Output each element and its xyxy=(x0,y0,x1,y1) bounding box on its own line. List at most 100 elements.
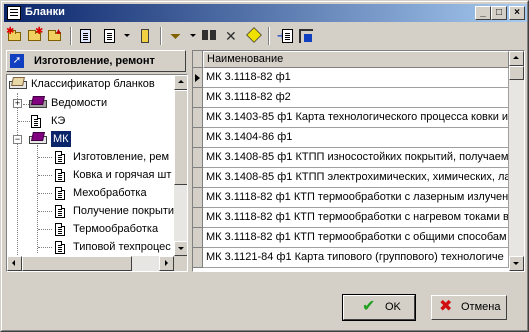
tree-item-label: Изготовление, рем xyxy=(73,151,170,163)
table-cell[interactable]: МК 3.1403-85 ф1 Карта технологического п… xyxy=(203,108,509,128)
tree-settings-icon[interactable] xyxy=(296,27,316,45)
folder-up-icon[interactable]: ▴ xyxy=(46,27,66,45)
tree-item-mk[interactable]: − МК xyxy=(7,130,172,148)
copy-icon[interactable]: ➔ xyxy=(274,27,294,45)
tree-item-vedomosti[interactable]: + Ведомости xyxy=(7,94,172,112)
export-icon[interactable] xyxy=(136,27,156,45)
row-indicator[interactable] xyxy=(193,168,203,188)
table-row[interactable]: МК 3.1403-85 ф1 Карта технологического п… xyxy=(193,108,509,128)
cancel-button[interactable]: ✖ Отмена xyxy=(431,295,507,320)
tree-item-child[interactable]: Термообработка xyxy=(7,220,172,238)
category-header-button[interactable]: ➚ Изготовление, ремонт xyxy=(6,50,186,72)
table-cell[interactable]: МК 3.1121-84 ф1 Карта типового (группово… xyxy=(203,248,509,268)
table-cell[interactable]: МК 3.1118-82 ф1 КТП термообработки с общ… xyxy=(203,228,509,248)
minimize-button[interactable]: _ xyxy=(475,6,491,20)
row-indicator[interactable] xyxy=(193,148,203,168)
cancel-button-label: Отмена xyxy=(461,301,501,313)
table-cell[interactable]: МК 3.1118-82 ф2 xyxy=(203,88,509,108)
row-indicator[interactable] xyxy=(193,208,203,228)
tree-item-child[interactable]: Изготовление, рем xyxy=(7,148,172,166)
tree-vertical-scrollbar[interactable] xyxy=(174,75,187,256)
panel-splitter[interactable] xyxy=(189,50,191,272)
chevron-down-icon[interactable] xyxy=(190,34,196,37)
scroll-up-button[interactable] xyxy=(509,51,524,66)
scroll-thumb[interactable] xyxy=(174,90,187,185)
toolbar-separator xyxy=(70,27,72,45)
chevron-down-icon[interactable] xyxy=(124,34,130,37)
table-row[interactable]: МК 3.1408-85 ф1 КТПП износостойких покры… xyxy=(193,148,509,168)
document-icon[interactable] xyxy=(100,27,120,45)
collapse-icon[interactable]: − xyxy=(13,135,22,144)
scroll-down-button[interactable] xyxy=(174,241,187,256)
row-indicator[interactable] xyxy=(193,68,203,88)
scroll-right-button[interactable] xyxy=(159,256,174,271)
row-indicator[interactable] xyxy=(193,88,203,108)
tree-item-child[interactable]: Типовой техпроцес xyxy=(7,238,172,256)
toolbar-separator xyxy=(268,27,270,45)
scroll-thumb[interactable] xyxy=(509,66,524,80)
document-list-icon[interactable] xyxy=(76,27,96,45)
tree-item-ke[interactable]: КЭ xyxy=(7,112,172,130)
row-indicator[interactable] xyxy=(193,188,203,208)
table-row[interactable]: МК 3.1118-82 ф1 КТП термообработки с лаз… xyxy=(193,188,509,208)
blanks-grid[interactable]: Наименование МК 3.1118-82 ф1 МК 3.1118-8… xyxy=(192,50,525,272)
document-icon xyxy=(55,187,65,200)
table-row[interactable]: МК 3.1408-85 ф1 КТПП электрохимических, … xyxy=(193,168,509,188)
row-indicator[interactable] xyxy=(193,128,203,148)
scrollbar-corner xyxy=(174,256,187,271)
classifier-tree[interactable]: Классификатор бланков + Ведомости КЭ − М… xyxy=(6,74,188,272)
tree-item-label: МК xyxy=(50,130,72,148)
title-bar[interactable]: Бланки _ □ × xyxy=(4,4,527,22)
scroll-up-button[interactable] xyxy=(174,75,187,90)
row-indicator-header xyxy=(193,51,203,68)
table-row[interactable]: МК 3.1121-84 ф1 Карта типового (группово… xyxy=(193,248,509,268)
new-folder-icon[interactable]: ✱ xyxy=(6,27,26,45)
filter-icon[interactable]: ⏷ xyxy=(168,27,188,45)
scroll-left-button[interactable] xyxy=(7,256,22,271)
column-header-name[interactable]: Наименование xyxy=(203,51,509,68)
document-icon xyxy=(55,151,65,164)
close-button[interactable]: × xyxy=(509,6,525,20)
tools-icon[interactable]: ✕ xyxy=(222,27,242,45)
expand-icon[interactable]: + xyxy=(13,99,22,108)
table-cell[interactable]: МК 3.1408-85 ф1 КТПП электрохимических, … xyxy=(203,168,509,188)
dialog-window: Бланки _ □ × ✱ ✱ ▴ ⏷ ✕ ➚ Изготовление, р… xyxy=(0,0,529,332)
tree-item-label: Термообработка xyxy=(73,223,159,235)
table-row[interactable]: МК 3.1404-86 ф1 xyxy=(193,128,509,148)
table-cell[interactable]: МК 3.1118-82 ф1 xyxy=(203,68,509,88)
warning-icon[interactable] xyxy=(244,27,264,45)
table-cell[interactable]: МК 3.1118-82 ф1 КТП термообработки с лаз… xyxy=(203,188,509,208)
tree-item-child[interactable]: Ковка и горячая шт xyxy=(7,166,172,184)
table-cell[interactable]: МК 3.1404-86 ф1 xyxy=(203,128,509,148)
row-indicator[interactable] xyxy=(193,108,203,128)
ok-button[interactable]: ✔ OK xyxy=(342,294,416,321)
new-star-folder-icon[interactable]: ✱ xyxy=(26,27,46,45)
tree-item-label: Типовой техпроцес xyxy=(73,241,171,253)
table-row[interactable]: МК 3.1118-82 ф2 xyxy=(193,88,509,108)
table-cell[interactable]: МК 3.1118-82 ф1 КТП термообработки с наг… xyxy=(203,208,509,228)
dialog-frame: Бланки _ □ × ✱ ✱ ▴ ⏷ ✕ ➚ Изготовление, р… xyxy=(1,1,528,331)
find-icon[interactable] xyxy=(200,27,220,45)
document-icon xyxy=(31,115,41,128)
scroll-down-button[interactable] xyxy=(509,256,524,271)
tree-item-child[interactable]: Получение покрыти xyxy=(7,202,174,220)
open-book-icon xyxy=(9,77,27,90)
table-row[interactable]: МК 3.1118-82 ф1 xyxy=(193,68,509,88)
table-row[interactable]: МК 3.1118-82 ф1 КТП термообработки с наг… xyxy=(193,208,509,228)
tree-item-label: Ведомости xyxy=(51,97,108,109)
book-icon xyxy=(29,96,47,109)
tree-item-child[interactable]: Мехобработка xyxy=(7,184,172,202)
row-indicator[interactable] xyxy=(193,248,203,268)
grid-vertical-scrollbar[interactable] xyxy=(509,51,524,271)
maximize-button[interactable]: □ xyxy=(491,6,507,20)
document-icon xyxy=(55,241,65,254)
tree-item-root[interactable]: Классификатор бланков xyxy=(7,75,172,93)
scroll-thumb[interactable] xyxy=(22,256,132,271)
table-cell[interactable]: МК 3.1408-85 ф1 КТПП износостойких покры… xyxy=(203,148,509,168)
open-book-icon xyxy=(29,132,47,145)
row-indicator[interactable] xyxy=(193,228,203,248)
check-icon: ✔ xyxy=(362,298,376,315)
app-icon xyxy=(7,6,21,20)
table-row[interactable]: МК 3.1118-82 ф1 КТП термообработки с общ… xyxy=(193,228,509,248)
tree-horizontal-scrollbar[interactable] xyxy=(7,256,174,271)
